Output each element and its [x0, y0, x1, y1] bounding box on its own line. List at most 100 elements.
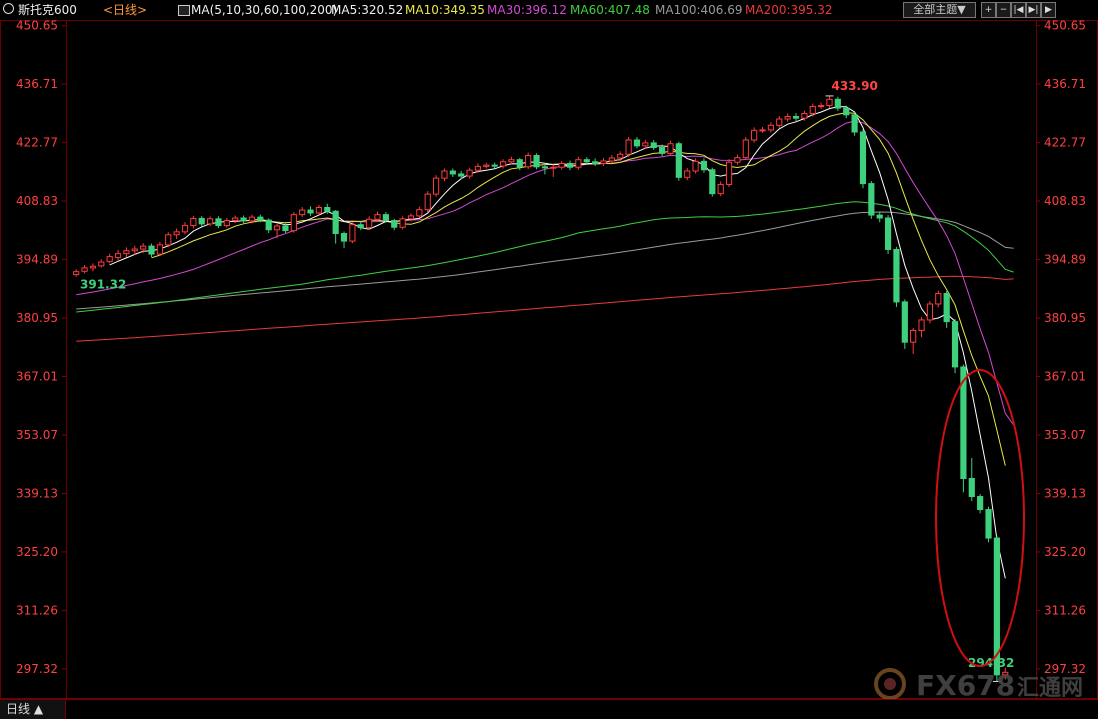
- candle-up: [466, 169, 473, 177]
- candle-up: [910, 329, 917, 343]
- y-tick-label-right: 325.20: [1044, 545, 1086, 559]
- y-tick-label-right: 408.83: [1044, 194, 1086, 208]
- candle-up: [801, 113, 808, 119]
- candle-up: [642, 142, 649, 147]
- candle-up: [625, 139, 632, 155]
- candle-up: [617, 153, 624, 159]
- candle-up: [73, 271, 80, 276]
- candle-up: [374, 214, 381, 220]
- candle-down: [859, 131, 867, 185]
- ma60-line: [76, 201, 1014, 313]
- y-tick-label-left: 339.13: [16, 486, 58, 500]
- candle-down: [332, 210, 339, 235]
- ma5-value: MA5:320.52: [331, 3, 404, 17]
- ma-parameters[interactable]: MA(5,10,30,60,100,200): [191, 0, 337, 20]
- y-tick-label-left: 408.83: [16, 194, 58, 208]
- y-tick-label-left: 450.65: [16, 19, 58, 33]
- candle-up: [784, 115, 791, 120]
- zoom-in-button[interactable]: +: [981, 2, 996, 18]
- candle-down: [868, 183, 875, 216]
- candle-up: [826, 98, 833, 107]
- ma200-line: [76, 275, 1014, 342]
- scroll-end-button[interactable]: ▶|: [1026, 2, 1041, 18]
- candle-up: [290, 214, 297, 232]
- candle-up: [349, 224, 356, 242]
- time-axis-bar: 日线 ▲: [0, 699, 1098, 719]
- candle-up: [767, 124, 774, 131]
- candle-down: [583, 159, 590, 163]
- candle-down: [458, 173, 465, 177]
- zoom-out-button[interactable]: −: [996, 2, 1011, 18]
- candle-down: [240, 217, 247, 222]
- theme-dropdown[interactable]: 全部主题▼: [903, 2, 976, 18]
- candle-down: [851, 114, 858, 133]
- candle-up: [223, 220, 230, 227]
- candle-up: [114, 253, 122, 258]
- candle-up: [684, 170, 691, 178]
- ma60-value: MA60:407.48: [570, 3, 650, 17]
- candle-down: [709, 169, 716, 195]
- candle-down: [951, 321, 959, 368]
- candle-down: [901, 301, 908, 343]
- candle-down: [893, 248, 900, 303]
- play-button[interactable]: ▶: [1041, 2, 1056, 18]
- period-tab[interactable]: 日线 ▲: [0, 700, 66, 719]
- candle-up: [173, 231, 180, 236]
- candlestick-chart[interactable]: 450.65 450.65 436.71 436.71 422.77 422.77 408.…: [0, 0, 1098, 719]
- candle-up: [751, 129, 758, 141]
- candle-up: [818, 105, 825, 108]
- ma200-value: MA200:395.32: [745, 3, 833, 17]
- candle-up: [935, 293, 942, 305]
- candle-down: [985, 509, 992, 539]
- y-tick-label-left: 422.77: [16, 136, 58, 150]
- y-tick-label-right: 339.13: [1044, 486, 1086, 500]
- candle-up: [525, 154, 532, 168]
- candle-up: [106, 256, 113, 263]
- candle-down: [533, 154, 540, 168]
- y-tick-label-right: 450.65: [1044, 19, 1086, 33]
- candle-down: [391, 220, 398, 228]
- fx678-brand-cn-text: 汇通网: [1017, 676, 1082, 701]
- candle-up: [89, 265, 97, 269]
- candle-up: [190, 217, 197, 227]
- ma10-value: MA10:349.35: [405, 3, 485, 17]
- candle-up: [550, 166, 557, 169]
- candle-down: [977, 496, 984, 511]
- candle-up: [273, 225, 281, 231]
- ma-settings-icon[interactable]: [178, 5, 190, 16]
- target-dot-icon: [3, 3, 14, 14]
- candle-up: [508, 159, 515, 163]
- candle-up: [416, 209, 423, 217]
- candle-up: [717, 183, 724, 195]
- candle-up: [248, 216, 256, 222]
- candle-down: [382, 214, 389, 222]
- candle-up: [299, 209, 306, 216]
- y-tick-label-left: 436.71: [16, 77, 58, 91]
- y-tick-label-right: 311.26: [1044, 603, 1086, 617]
- candle-down: [307, 209, 314, 214]
- candle-down: [943, 293, 950, 323]
- candle-up: [366, 218, 373, 229]
- candle-down: [357, 224, 364, 229]
- candle-up: [424, 193, 431, 211]
- candle-down: [884, 217, 892, 250]
- candle-up: [140, 245, 147, 250]
- candle-up: [926, 303, 934, 321]
- candle-down: [633, 139, 641, 147]
- scroll-start-button[interactable]: |◀: [1011, 2, 1026, 18]
- candle-up: [575, 159, 582, 168]
- candle-down: [449, 170, 456, 175]
- candle-up: [558, 162, 565, 168]
- high-price-label: 433.90: [831, 79, 877, 93]
- candle-up: [165, 234, 172, 246]
- chart-window: 450.65 450.65 436.71 436.71 422.77 422.77 408.…: [0, 0, 1098, 719]
- candle-up: [407, 215, 415, 220]
- candle-down: [198, 217, 205, 225]
- y-tick-label-right: 422.77: [1044, 136, 1086, 150]
- candle-up: [742, 139, 749, 159]
- candle-up: [181, 225, 189, 233]
- highlight-ellipse: [935, 369, 1025, 667]
- period-tag: <日线>: [103, 3, 148, 17]
- fx678-brand-text: FX678: [916, 669, 1015, 702]
- instrument-name: 斯托克600: [18, 3, 77, 17]
